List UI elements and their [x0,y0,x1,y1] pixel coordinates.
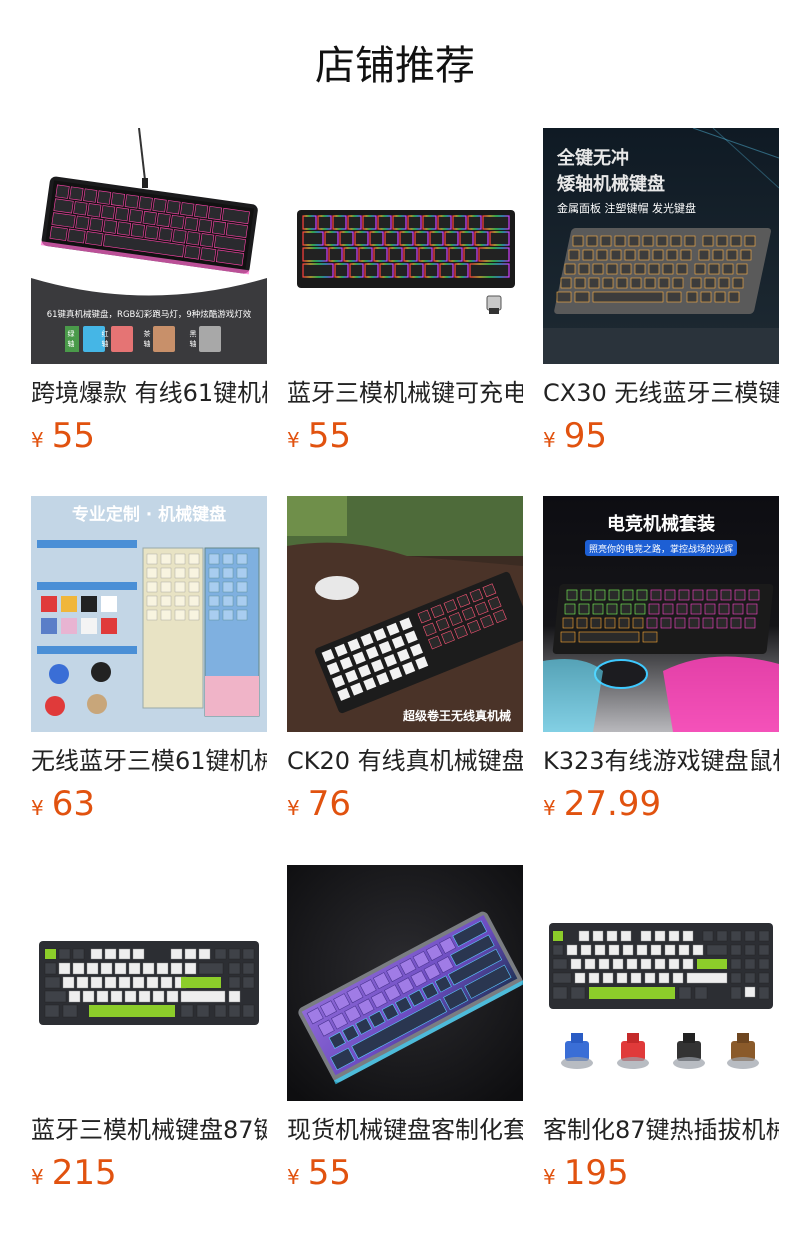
product-price: ¥195 [543,1151,629,1195]
product-image[interactable] [287,865,523,1101]
svg-text:全键无冲: 全键无冲 [556,147,629,169]
product-price: ¥55 [31,414,95,458]
product-card[interactable]: 电竞机械套装 照亮你的电竞之路，掌控战场的光辉 K323有线游戏键盘鼠 ¥ 27… [543,496,779,826]
product-card[interactable]: 专业定制 · 机械键盘 无线蓝牙三模61键机械 ¥ 63 [31,496,267,826]
svg-text:轴: 轴 [102,339,109,348]
currency-symbol: ¥ [543,1165,556,1189]
price-value: 55 [51,416,95,456]
currency-symbol: ¥ [31,428,44,452]
svg-text:轴: 轴 [68,339,75,348]
product-card[interactable]: 客制化87键热插拔机械键盘 ¥195 [543,865,779,1195]
price-value: 55 [307,1153,351,1193]
product-name[interactable]: 客制化87键热插拔机械键盘 [543,1115,779,1145]
svg-text:金属面板 注塑键帽 发光键盘: 金属面板 注塑键帽 发光键盘 [557,201,696,215]
price-value: 27.99 [563,784,662,824]
svg-text:黑: 黑 [190,330,197,338]
price-value: 95 [563,416,607,456]
currency-symbol: ¥ [287,428,300,452]
currency-symbol: ¥ [31,1165,44,1189]
svg-text:矮轴机械键盘: 矮轴机械键盘 [557,173,665,195]
price-value: 55 [307,416,351,456]
currency-symbol: ¥ [287,1165,300,1189]
product-name[interactable]: 蓝牙三模机械键可充电 [287,378,523,408]
product-card[interactable]: 超级卷王无线真机械 CK20 有线真机械键盘 ¥76 [287,496,523,826]
product-image[interactable]: 电竞机械套装 照亮你的电竞之路，掌控战场的光辉 [543,496,779,732]
product-name[interactable]: 蓝牙三模机械键盘87键 [31,1115,267,1145]
product-image[interactable]: 61键真机械键盘，RGB幻彩跑马灯，9种炫酷游戏灯效 绿 轴 x 红 轴 茶 轴… [31,128,267,364]
product-price: ¥215 [31,1151,117,1195]
product-name[interactable]: 现货机械键盘客制化套件 [287,1115,523,1145]
product-card[interactable]: 61键真机械键盘，RGB幻彩跑马灯，9种炫酷游戏灯效 绿 轴 x 红 轴 茶 轴… [31,128,267,458]
svg-text:轴: 轴 [144,339,151,348]
product-card[interactable]: 现货机械键盘客制化套件 ¥55 [287,865,523,1195]
svg-text:茶: 茶 [144,329,151,338]
product-price: ¥55 [287,1151,351,1195]
product-image[interactable]: 全键无冲 矮轴机械键盘 金属面板 注塑键帽 发光键盘 [543,128,779,364]
currency-symbol: ¥ [31,796,44,820]
product-image[interactable] [287,128,523,364]
svg-text:电竞机械套装: 电竞机械套装 [607,513,715,535]
svg-text:超级卷王无线真机械: 超级卷王无线真机械 [402,708,511,723]
page-title: 店铺推荐 [315,43,475,89]
product-image[interactable]: 超级卷王无线真机械 [287,496,523,732]
product-name[interactable]: 跨境爆款 有线61键机械键盘 [31,378,267,408]
svg-text:红: 红 [102,329,109,338]
product-name[interactable]: CK20 有线真机械键盘 [287,746,523,776]
product-price: ¥95 [543,414,607,458]
product-image[interactable] [31,865,267,1101]
svg-text:绿: 绿 [68,329,75,338]
price-value: 195 [563,1153,629,1193]
product-price: ¥63 [31,782,95,826]
svg-text:专业定制 · 机械键盘: 专业定制 · 机械键盘 [72,504,226,525]
svg-text:61键真机械键盘，RGB幻彩跑马灯，9种炫酷游戏灯效: 61键真机械键盘，RGB幻彩跑马灯，9种炫酷游戏灯效 [47,309,252,320]
price-value: 76 [307,784,351,824]
price-value: 63 [51,784,95,824]
price-value: 215 [51,1153,117,1193]
currency-symbol: ¥ [543,428,556,452]
product-name[interactable]: 无线蓝牙三模61键机械键盘 [31,746,267,776]
product-price: ¥55 [287,414,351,458]
currency-symbol: ¥ [543,796,556,820]
currency-symbol: ¥ [287,796,300,820]
product-card[interactable]: 蓝牙三模机械键盘87键 ¥215 [31,865,267,1195]
product-image[interactable]: 专业定制 · 机械键盘 [31,496,267,732]
product-price: ¥27.99 [543,782,661,826]
product-image[interactable] [543,865,779,1101]
svg-text:轴: 轴 [190,339,197,348]
product-name[interactable]: CX30 无线蓝牙三模键盘 [543,378,779,408]
svg-text:照亮你的电竞之路，掌控战场的光辉: 照亮你的电竞之路，掌控战场的光辉 [589,543,733,555]
product-name[interactable]: K323有线游戏键盘鼠标套装 [543,746,779,776]
product-card[interactable]: 蓝牙三模机械键可充电 ¥55 [287,128,523,458]
product-price: ¥76 [287,782,351,826]
product-card[interactable]: 全键无冲 矮轴机械键盘 金属面板 注塑键帽 发光键盘 CX30 无线蓝牙三模键盘… [543,128,779,458]
